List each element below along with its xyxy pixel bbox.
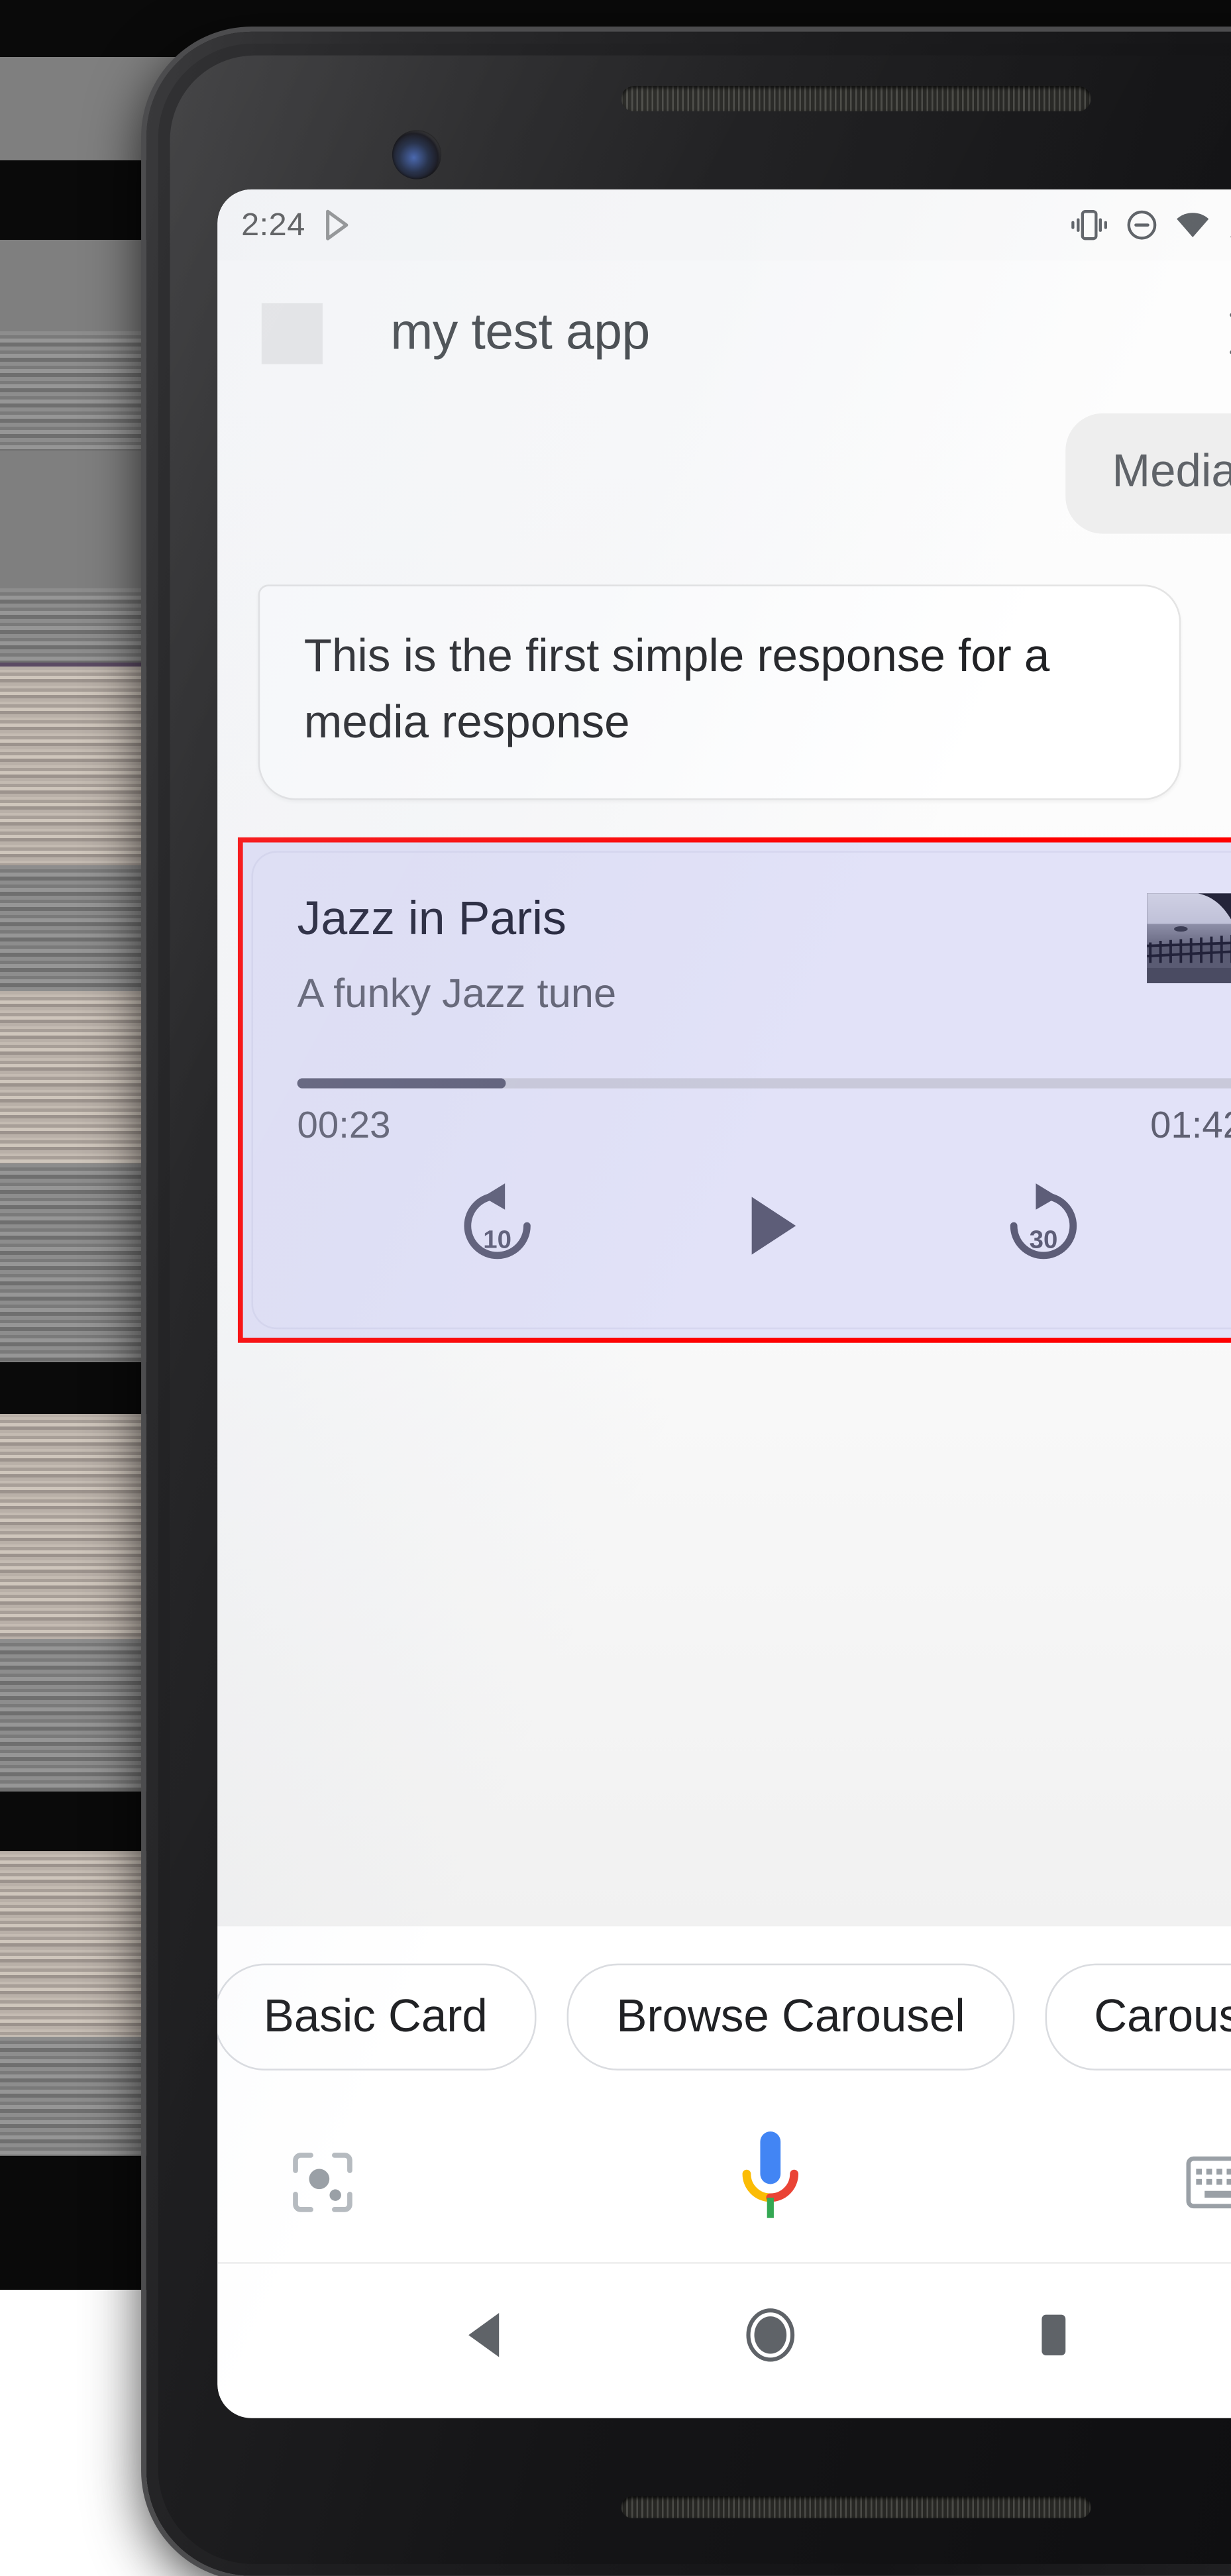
svg-text:10: 10 <box>484 1225 512 1254</box>
seaside-fence-photo-icon <box>1147 893 1231 983</box>
media-card-text-block: Jazz in Paris A funky Jazz tune <box>297 893 1148 1017</box>
back-button[interactable] <box>439 2286 537 2384</box>
phone-screen: 2:24 <box>217 189 1231 2418</box>
media-total-time: 01:42 <box>1150 1107 1231 1144</box>
media-title: Jazz in Paris <box>297 893 1124 945</box>
replay-10-button[interactable]: 10 <box>437 1165 559 1287</box>
home-button[interactable] <box>722 2286 820 2384</box>
play-triangle-icon <box>324 210 349 241</box>
media-time-row: 00:23 01:42 <box>297 1107 1231 1144</box>
media-progress-bar[interactable] <box>297 1078 1231 1088</box>
assistant-input-bar <box>217 2101 1231 2264</box>
media-thumbnail <box>1147 893 1231 983</box>
close-icon <box>1225 308 1231 359</box>
chip-browse-carousel[interactable]: Browse Carousel <box>567 1964 1014 2070</box>
media-controls: 10 <box>297 1165 1231 1294</box>
system-nav-bar <box>217 2264 1231 2406</box>
earpiece-speaker <box>621 86 1091 111</box>
bottom-speaker <box>621 2496 1091 2518</box>
forward-30-icon: 30 <box>997 1180 1089 1271</box>
agent-message-bubble: This is the first simple response for a … <box>258 584 1181 800</box>
svg-text:30: 30 <box>1029 1225 1057 1254</box>
recents-button[interactable] <box>1004 2286 1102 2384</box>
back-triangle-icon <box>462 2308 513 2362</box>
phone-device: 2:24 <box>41 8 1231 2573</box>
suggestion-chips: Basic Card Browse Carousel Carousel <box>217 1926 1231 2101</box>
close-button[interactable] <box>1215 298 1231 370</box>
assistant-mic-button[interactable] <box>716 2127 825 2236</box>
google-lens-icon <box>290 2149 354 2214</box>
forward-30-button[interactable]: 30 <box>982 1165 1104 1287</box>
wifi-icon <box>1176 211 1210 239</box>
user-message-row: Media <box>217 413 1231 534</box>
app-logo <box>262 303 323 364</box>
vibrate-icon <box>1071 210 1108 241</box>
media-progress-fill <box>297 1078 506 1088</box>
conversation-area: Media This is the first simple response … <box>217 407 1231 1927</box>
phone-chassis: 2:24 <box>146 32 1231 2576</box>
media-subtitle: A funky Jazz tune <box>297 973 1124 1018</box>
status-bar-clock: 2:24 <box>241 209 305 241</box>
status-bar-left: 2:24 <box>241 209 349 241</box>
media-card-header: Jazz in Paris A funky Jazz tune <box>297 893 1231 1017</box>
do-not-disturb-icon <box>1126 210 1157 241</box>
app-header: my test app <box>217 260 1231 406</box>
chip-carousel[interactable]: Carousel <box>1045 1964 1231 2070</box>
status-bar-right <box>1071 210 1231 241</box>
front-camera-icon <box>392 130 441 179</box>
user-message-bubble: Media <box>1066 413 1231 534</box>
play-icon <box>729 1185 811 1267</box>
replay-10-icon: 10 <box>452 1180 543 1271</box>
google-lens-button[interactable] <box>275 2134 370 2229</box>
page-title: my test app <box>390 308 1214 359</box>
play-button[interactable] <box>710 1165 831 1287</box>
media-card-highlight: Jazz in Paris A funky Jazz tune <box>238 837 1231 1342</box>
cell-signal-icon <box>1228 211 1231 239</box>
media-response-card[interactable]: Jazz in Paris A funky Jazz tune <box>253 852 1231 1327</box>
media-elapsed-time: 00:23 <box>297 1107 391 1144</box>
chip-basic-card[interactable]: Basic Card <box>217 1964 537 2070</box>
status-bar: 2:24 <box>217 189 1231 261</box>
keyboard-button[interactable] <box>1171 2134 1231 2229</box>
recents-square-icon <box>1030 2310 1077 2361</box>
agent-message-row: This is the first simple response for a … <box>217 534 1231 800</box>
keyboard-icon <box>1186 2153 1231 2210</box>
google-assistant-mic-icon <box>735 2129 806 2234</box>
home-circle-icon <box>743 2306 798 2364</box>
